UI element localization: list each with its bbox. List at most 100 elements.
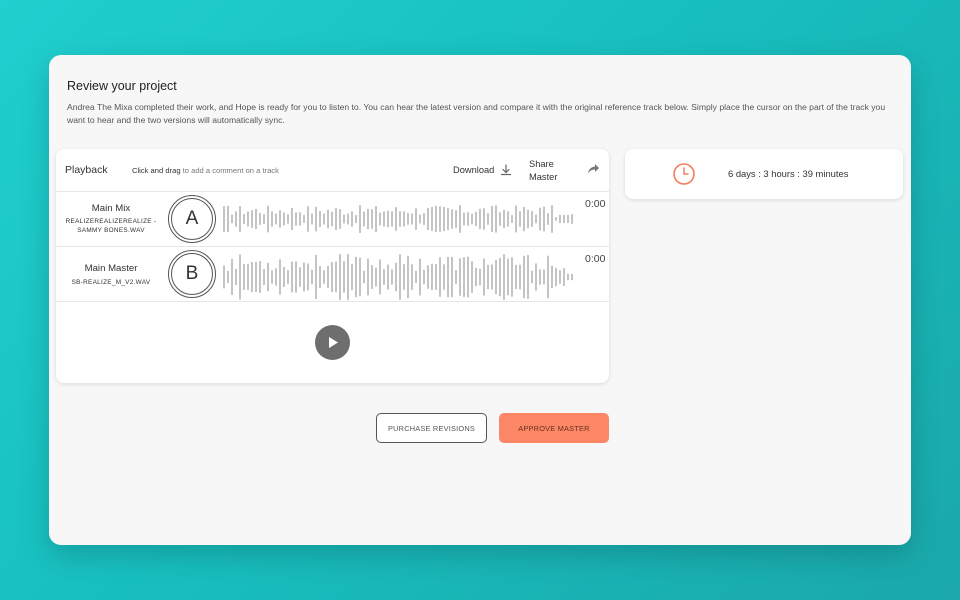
waveform-bar: [251, 261, 253, 293]
project-description: Andrea The Mixa completed their work, an…: [67, 102, 886, 125]
purchase-revisions-button[interactable]: PURCHASE REVISIONS: [376, 413, 487, 443]
waveform-bar: [455, 270, 457, 284]
waveform-bar: [527, 209, 529, 229]
waveform-bar: [511, 257, 513, 297]
waveform-bar: [375, 205, 377, 233]
waveform-bar: [263, 269, 265, 285]
waveform-bar: [299, 267, 301, 287]
waveform-bar: [391, 211, 393, 227]
waveform-bar: [503, 254, 505, 300]
play-button[interactable]: [315, 325, 350, 360]
waveform-bar: [427, 265, 429, 289]
waveform-bar: [383, 269, 385, 285]
approve-master-button[interactable]: APPROVE MASTER: [499, 413, 609, 443]
waveform-bar: [335, 261, 337, 293]
waveform-track-b[interactable]: [217, 252, 583, 302]
track-row-b[interactable]: Main Master SB-REALIZE_M_V2.WAV B 0:00: [56, 247, 609, 302]
waveform-bar: [547, 213, 549, 225]
waveform-bar: [239, 254, 241, 300]
waveform-bar: [539, 269, 541, 285]
waveform-bar: [467, 212, 469, 226]
waveform-bar: [527, 255, 529, 299]
badge-letter: B: [171, 253, 213, 295]
waveform-bar: [347, 213, 349, 225]
waveform-bar: [571, 273, 573, 281]
waveform-bar: [403, 211, 405, 227]
waveform-bar: [303, 215, 305, 223]
waveform-bar: [523, 255, 525, 299]
waveform-bar: [267, 262, 269, 292]
waveform-bar: [239, 205, 241, 233]
waveform-bar: [235, 268, 237, 286]
waveform-bar: [555, 267, 557, 287]
time-remaining-card: 6 days : 3 hours : 39 minutes: [625, 149, 903, 199]
waveform-bar: [567, 273, 569, 281]
download-button[interactable]: Download: [453, 164, 512, 176]
track-row-a[interactable]: Main Mix REALIZEREALIZEREALIZE - SAMMY B…: [56, 192, 609, 247]
comment-hint: Click and drag to add a comment on a tra…: [132, 166, 279, 175]
waveform-bar: [319, 211, 321, 227]
waveform-bar: [379, 212, 381, 226]
waveform-bar: [343, 214, 345, 224]
waveform-bar: [283, 267, 285, 287]
waveform-bar: [443, 206, 445, 232]
track-name: Main Master: [84, 263, 138, 274]
waveform-bar: [555, 217, 557, 221]
track-file: SB-REALIZE_M_V2.WAV: [71, 279, 151, 286]
waveform-bar: [235, 211, 237, 227]
waveform-bar: [303, 262, 305, 292]
waveform-bar: [459, 258, 461, 296]
waveform-bar: [251, 210, 253, 228]
waveform-bar: [495, 260, 497, 294]
waveform-bar: [355, 256, 357, 298]
track-badge-b: B: [168, 250, 216, 298]
clock-icon: [673, 163, 695, 185]
waveform-bar: [447, 208, 449, 230]
waveform-bar: [503, 209, 505, 229]
waveform-bar: [419, 258, 421, 296]
waveform-bar: [363, 211, 365, 227]
waveform-bar: [371, 209, 373, 229]
waveform-bar: [439, 257, 441, 297]
waveform-bar: [479, 208, 481, 230]
waveform-bar: [383, 211, 385, 227]
waveform-bar: [323, 270, 325, 284]
waveform-bar: [231, 259, 233, 295]
track-time: 0:00: [585, 253, 606, 265]
waveform-bar: [379, 259, 381, 295]
waveform-bar: [475, 267, 477, 287]
waveform-bar: [483, 258, 485, 296]
waveform-bar: [571, 214, 573, 224]
waveform-bar: [271, 211, 273, 227]
waveform-bar: [243, 264, 245, 290]
track-file: REALIZEREALIZEREALIZE - SAMMY BONES.WAV: [65, 218, 157, 234]
waveform-bar: [247, 211, 249, 227]
share-arrow-icon[interactable]: [587, 163, 600, 175]
waveform-bar: [415, 270, 417, 284]
waveform-bar: [563, 214, 565, 224]
waveform-bar: [263, 214, 265, 224]
waveform-bar: [411, 264, 413, 290]
waveform-bar: [487, 213, 489, 225]
waveform-bar: [351, 263, 353, 291]
waveform-bar: [367, 208, 369, 230]
waveform-bar: [479, 268, 481, 286]
comment-hint-text: to add a comment on a track: [180, 166, 279, 175]
waveform-bar: [335, 208, 337, 230]
waveform-bar: [327, 266, 329, 288]
waveform-bar: [535, 214, 537, 224]
waveform-bar: [287, 270, 289, 284]
comment-hint-bold: Click and drag: [132, 166, 181, 175]
waveform-bar: [367, 258, 369, 296]
waveform-bar: [475, 211, 477, 227]
waveform-bar: [375, 267, 377, 287]
waveform-bar: [231, 214, 233, 224]
waveform-bar: [315, 206, 317, 232]
waveform-bar: [507, 258, 509, 296]
share-master-button[interactable]: Share Master: [529, 158, 569, 183]
waveform-bar: [359, 205, 361, 233]
waveform-bar: [459, 205, 461, 233]
waveform-track-a[interactable]: [217, 197, 583, 241]
waveform-bar: [471, 261, 473, 293]
waveform-bar: [291, 207, 293, 231]
